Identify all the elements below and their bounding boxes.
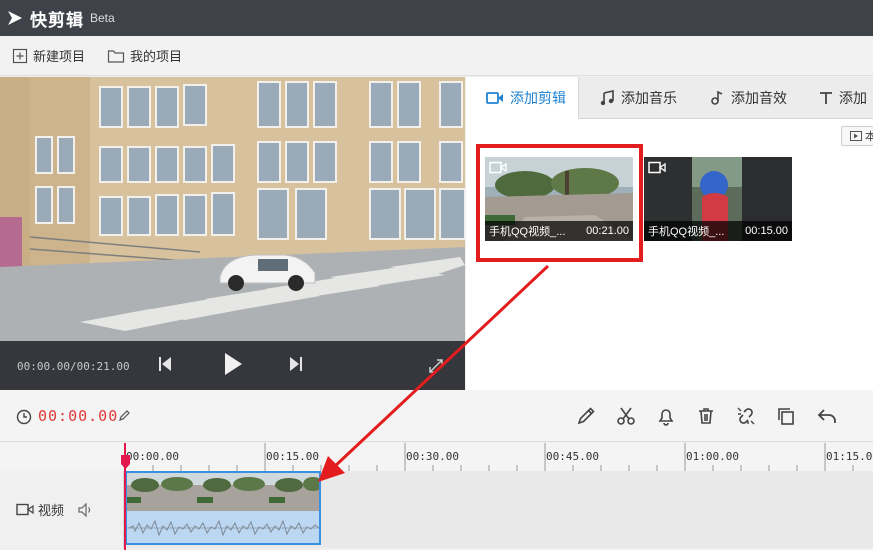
ruler-label: 00:15.00: [266, 450, 319, 463]
tab-add-music[interactable]: 添加音乐: [579, 77, 689, 119]
unlink-icon[interactable]: [736, 406, 756, 426]
new-project-button[interactable]: 新建项目: [12, 46, 85, 65]
timeline-clip-filmstrip: [127, 473, 319, 543]
timeline-ruler[interactable]: 00:00.00 00:15.00 00:30.00 00:45.00 01:0…: [0, 443, 873, 471]
preview-frame: [0, 77, 465, 341]
edit-timecode-icon[interactable]: [118, 410, 130, 422]
playhead-marker-icon[interactable]: [121, 455, 130, 469]
tab-add-clip[interactable]: 添加剪辑: [466, 77, 579, 119]
tab-add-text[interactable]: 添加: [799, 77, 873, 119]
scissors-icon[interactable]: [616, 406, 636, 426]
asset-tabs: 添加剪辑 添加音乐 添加音效 添加: [466, 77, 873, 119]
ruler-label: 00:30.00: [406, 450, 459, 463]
player-time-display: 00:00.00/00:21.00: [17, 360, 130, 373]
delete-icon[interactable]: [696, 406, 716, 426]
video-camera-icon: [16, 503, 34, 516]
my-projects-button[interactable]: 我的项目: [107, 46, 182, 65]
clip-caption: 手机QQ视频_... 00:15.00: [644, 221, 792, 241]
ruler-ticks: [124, 443, 854, 471]
copy-icon[interactable]: [776, 406, 796, 426]
video-camera-icon: [486, 92, 503, 104]
video-track: 视频: [0, 471, 873, 548]
video-preview: 00:00.00/00:21.00: [0, 77, 465, 390]
sound-effect-icon: [711, 90, 723, 105]
editor-timecode: 00:00.00: [38, 407, 119, 425]
timeline-clip[interactable]: [125, 471, 321, 545]
video-track-header: 视频: [0, 471, 124, 548]
fullscreen-icon[interactable]: [427, 357, 445, 375]
previous-frame-button[interactable]: [157, 354, 173, 374]
title-bar: 快剪辑 Beta: [0, 0, 873, 36]
clip-duration: 00:15.00: [745, 225, 788, 237]
clock-icon: [16, 409, 32, 425]
video-camera-icon: [648, 161, 666, 174]
library-clip-2[interactable]: 手机QQ视频_... 00:15.00: [644, 157, 792, 241]
play-box-icon: [850, 131, 862, 141]
undo-icon[interactable]: [816, 406, 838, 426]
folder-icon: [107, 49, 125, 63]
player-controls: 00:00.00/00:21.00: [0, 341, 465, 390]
tab-add-music-label: 添加音乐: [621, 90, 677, 106]
clip-name: 手机QQ视频_...: [648, 226, 725, 238]
tab-add-sound-effect[interactable]: 添加音效: [689, 77, 799, 119]
import-button[interactable]: 本: [841, 126, 873, 146]
tab-add-sound-effect-label: 添加音效: [731, 90, 787, 106]
app-name: 快剪辑: [30, 10, 84, 30]
volume-icon[interactable]: [78, 502, 94, 517]
pencil-icon[interactable]: [576, 406, 596, 426]
new-project-label: 新建项目: [33, 49, 86, 64]
text-icon: [820, 92, 832, 104]
ruler-label: 01:00.00: [686, 450, 739, 463]
ruler-label: 00:45.00: [546, 450, 599, 463]
plus-square-icon: [12, 48, 28, 63]
editor-toolbar: 00:00.00: [0, 390, 873, 442]
tab-add-clip-label: 添加剪辑: [510, 90, 566, 106]
ruler-label: 00:00.00: [126, 450, 179, 463]
import-button-label: 本: [865, 131, 873, 143]
app-logo-icon: [8, 11, 22, 25]
tab-add-text-label: 添加: [839, 90, 867, 106]
ruler-label: 01:15.00: [826, 450, 873, 463]
music-note-icon: [600, 90, 614, 106]
next-frame-button[interactable]: [288, 354, 304, 374]
selection-highlight-box: [476, 144, 643, 262]
my-projects-label: 我的项目: [130, 49, 183, 64]
menu-bar: 新建项目 我的项目: [0, 36, 873, 76]
bell-icon[interactable]: [656, 406, 676, 426]
video-track-label: 视频: [38, 503, 65, 518]
beta-badge: Beta: [90, 11, 115, 25]
play-button[interactable]: [222, 351, 244, 377]
